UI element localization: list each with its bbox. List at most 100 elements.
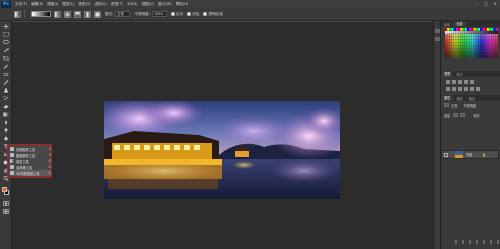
color-swatch[interactable] <box>460 55 463 58</box>
color-swatch[interactable] <box>451 52 454 55</box>
color-swatch[interactable] <box>484 49 487 52</box>
color-swatch[interactable] <box>480 28 483 31</box>
color-swatch[interactable] <box>451 55 454 58</box>
color-swatch[interactable] <box>482 37 485 40</box>
color-swatch[interactable] <box>484 28 487 31</box>
color-swatch[interactable] <box>484 40 487 43</box>
color-swatch[interactable] <box>464 46 467 49</box>
color-swatch[interactable] <box>495 37 498 40</box>
close-button[interactable]: ✕ <box>492 1 498 6</box>
color-swatch[interactable] <box>458 49 461 52</box>
menu-layer[interactable]: 图层(L) <box>62 2 74 7</box>
color-swatch[interactable] <box>482 52 485 55</box>
color-swatch[interactable] <box>473 34 476 37</box>
gradient-picker[interactable] <box>31 11 51 17</box>
color-swatch[interactable] <box>449 49 452 52</box>
color-swatch[interactable] <box>475 43 478 46</box>
blend-mode-select[interactable]: 正常 <box>451 103 457 108</box>
color-swatch[interactable] <box>447 40 450 43</box>
new-layer-icon[interactable] <box>490 240 492 244</box>
diamond-gradient-icon[interactable] <box>94 10 101 18</box>
color-swatch[interactable] <box>484 43 487 46</box>
color-swatch[interactable] <box>471 31 474 34</box>
color-swatch[interactable] <box>486 34 489 37</box>
color-swatch[interactable] <box>473 31 476 34</box>
color-swatch[interactable] <box>480 40 483 43</box>
color-swatch[interactable] <box>493 40 496 43</box>
color-swatch[interactable] <box>493 28 496 31</box>
color-swatch[interactable] <box>471 37 474 40</box>
color-swatch[interactable] <box>460 49 463 52</box>
color-swatch[interactable] <box>464 49 467 52</box>
layer-row-background[interactable]: 背景 🔒 <box>441 150 499 159</box>
tab-layers[interactable]: 图层 <box>441 95 454 101</box>
gradient-tool-icon[interactable] <box>3 112 9 117</box>
color-swatch[interactable] <box>495 34 498 37</box>
radial-gradient-icon[interactable] <box>64 10 71 18</box>
color-swatch[interactable] <box>493 46 496 49</box>
color-swatch[interactable] <box>467 46 469 49</box>
color-swatch[interactable] <box>495 52 498 55</box>
color-swatch[interactable] <box>456 43 458 46</box>
color-swatch[interactable] <box>449 34 452 37</box>
color-swatch[interactable] <box>491 46 494 49</box>
color-swatch[interactable] <box>460 43 463 46</box>
color-swatch[interactable] <box>460 28 463 31</box>
color-swatch[interactable] <box>449 46 452 49</box>
flyout-item-3d-material-drop[interactable]: 3D材质拖放工具 G <box>10 170 51 176</box>
new-group-icon[interactable] <box>483 240 485 244</box>
color-swatch[interactable] <box>456 55 458 58</box>
color-swatch[interactable] <box>467 28 469 31</box>
color-swatch[interactable] <box>480 49 483 52</box>
color-swatch[interactable] <box>449 55 452 58</box>
eyedropper-tool-icon[interactable] <box>3 64 9 69</box>
color-swatch[interactable] <box>460 46 463 49</box>
color-swatch[interactable] <box>491 52 494 55</box>
color-swatch[interactable] <box>495 28 498 31</box>
brush-tool-icon[interactable] <box>3 80 9 85</box>
dodge-tool-icon[interactable] <box>3 128 9 133</box>
color-swatch[interactable] <box>469 46 472 49</box>
color-swatch[interactable] <box>489 28 492 31</box>
color-swatch[interactable] <box>473 55 476 58</box>
color-swatch[interactable] <box>464 31 467 34</box>
marquee-tool-icon[interactable] <box>3 32 9 37</box>
color-swatch[interactable] <box>453 46 456 49</box>
color-swatch[interactable] <box>489 43 492 46</box>
color-swatch[interactable] <box>473 40 476 43</box>
color-swatch[interactable] <box>451 43 454 46</box>
color-swatch[interactable] <box>447 46 450 49</box>
color-swatch[interactable] <box>493 37 496 40</box>
angle-gradient-icon[interactable] <box>74 10 81 18</box>
color-swatch[interactable] <box>464 34 467 37</box>
color-swatch[interactable] <box>491 43 494 46</box>
color-swatch[interactable] <box>475 49 478 52</box>
color-swatch[interactable] <box>471 34 474 37</box>
reflected-gradient-icon[interactable] <box>84 10 91 18</box>
color-swatch[interactable] <box>484 55 487 58</box>
tab-paths[interactable]: 路径 <box>466 96 478 101</box>
color-swatch[interactable] <box>473 52 476 55</box>
color-swatch[interactable] <box>462 40 465 43</box>
color-swatch[interactable] <box>471 46 474 49</box>
color-swatch[interactable] <box>489 37 492 40</box>
color-swatch[interactable] <box>445 43 447 46</box>
color-swatch[interactable] <box>478 31 481 34</box>
color-swatch[interactable] <box>445 37 447 40</box>
color-swatch[interactable] <box>453 28 456 31</box>
healing-brush-tool-icon[interactable] <box>3 72 9 77</box>
color-swatch[interactable] <box>462 31 465 34</box>
color-swatch[interactable] <box>486 40 489 43</box>
color-swatch[interactable] <box>458 31 461 34</box>
color-swatch[interactable] <box>467 52 469 55</box>
color-swatch[interactable] <box>451 40 454 43</box>
color-swatch[interactable] <box>486 49 489 52</box>
layer-visibility-eye-icon[interactable] <box>444 153 448 157</box>
color-swatch[interactable] <box>451 28 454 31</box>
lock-position-icon[interactable] <box>460 113 466 117</box>
color-swatch[interactable] <box>484 34 487 37</box>
link-layers-icon[interactable] <box>455 240 457 244</box>
color-swatch[interactable] <box>458 46 461 49</box>
menu-window[interactable]: 窗口(W) <box>158 2 172 7</box>
color-swatch[interactable] <box>451 34 454 37</box>
